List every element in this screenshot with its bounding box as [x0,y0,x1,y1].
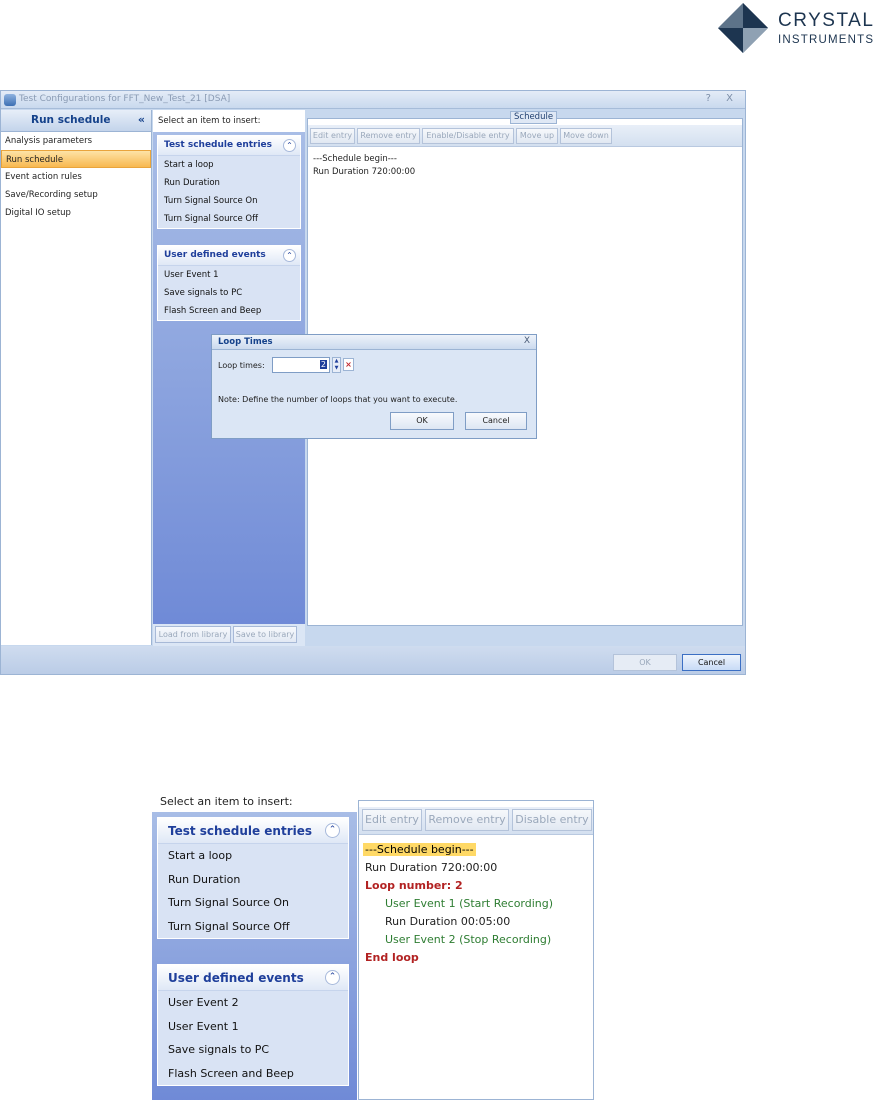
nav-item-event-action-rules[interactable]: Event action rules [1,168,151,186]
loop-times-spinner[interactable]: ▲ ▼ [332,357,341,373]
collapse-chevron-icon[interactable]: « [138,113,145,126]
dialog-note: Note: Define the number of loops that yo… [218,395,458,404]
schedule-toolbar: Edit entry Remove entry Disable entry [359,807,593,835]
cancel-button[interactable]: Cancel [682,654,741,671]
spin-down-icon[interactable]: ▼ [333,365,340,372]
loop-times-input[interactable]: 2 [272,357,330,373]
move-down-button[interactable]: Move down [560,128,612,144]
group-test-schedule-entries: Test schedule entries ⌃ Start a loop Run… [157,817,349,939]
entry-run-duration[interactable]: Run Duration [158,174,300,192]
window-footer: OK Cancel [1,646,745,674]
schedule-line-event[interactable]: User Event 1 (Start Recording) [385,897,553,910]
group-title: User defined events [168,971,304,985]
remove-entry-button[interactable]: Remove entry [357,128,420,144]
collapse-up-icon[interactable]: ⌃ [283,249,296,262]
group-header[interactable]: Test schedule entries ⌃ [158,136,300,156]
entry-run-duration[interactable]: Run Duration [158,868,348,892]
group-header[interactable]: User defined events ⌃ [158,246,300,266]
entry-start-a-loop[interactable]: Start a loop [158,844,348,868]
schedule-line-end-loop[interactable]: End loop [365,951,419,964]
test-configuration-window: Test Configurations for FFT_New_Test_21 … [0,90,746,675]
entry-turn-signal-source-on[interactable]: Turn Signal Source On [158,192,300,210]
group-user-defined-events: User defined events ⌃ User Event 1 Save … [157,245,301,321]
schedule-detail-crop: Select an item to insert: Test schedule … [152,784,594,1100]
collapse-up-icon[interactable]: ⌃ [283,139,296,152]
nav-item-save-recording-setup[interactable]: Save/Recording setup [1,186,151,204]
entry-turn-signal-source-off[interactable]: Turn Signal Source Off [158,915,348,939]
entry-start-a-loop[interactable]: Start a loop [158,156,300,174]
load-from-library-button[interactable]: Load from library [155,626,231,643]
schedule-line-event[interactable]: User Event 2 (Stop Recording) [385,933,551,946]
window-title: Test Configurations for FFT_New_Test_21 … [19,94,231,104]
dialog-title: Loop Times [218,337,273,347]
event-flash-screen[interactable]: Flash Screen and Beep [158,1062,348,1086]
schedule-line[interactable]: Run Duration 720:00:00 [365,861,497,874]
remove-entry-button[interactable]: Remove entry [425,809,509,831]
window-titlebar: Test Configurations for FFT_New_Test_21 … [1,91,745,109]
enable-disable-entry-button[interactable]: Enable/Disable entry [422,128,514,144]
group-header[interactable]: User defined events ⌃ [158,965,348,991]
close-icon[interactable]: X [524,336,530,346]
crystal-instruments-logo: CRYSTAL INSTRUMENTS [712,2,882,54]
library-bar: Load from library Save to library [153,624,305,646]
event-flash-screen[interactable]: Flash Screen and Beep [158,302,300,320]
event-save-signals[interactable]: Save signals to PC [158,284,300,302]
dialog-cancel-button[interactable]: Cancel [465,412,527,430]
schedule-toolbar: Edit entry Remove entry Enable/Disable e… [308,125,742,147]
schedule-line-loop[interactable]: Loop number: 2 [365,879,463,892]
schedule-line-begin[interactable]: ---Schedule begin--- [363,843,476,856]
event-user-event-2[interactable]: User Event 2 [158,991,348,1015]
insert-caption: Select an item to insert: [158,116,261,126]
collapse-up-icon[interactable]: ⌃ [325,823,340,838]
entry-turn-signal-source-on[interactable]: Turn Signal Source On [158,891,348,915]
nav-item-run-schedule[interactable]: Run schedule [1,150,151,168]
event-user-event-1[interactable]: User Event 1 [158,266,300,284]
schedule-label: Schedule [510,111,558,124]
nav-item-digital-io-setup[interactable]: Digital IO setup [1,204,151,222]
logo-text-instruments: INSTRUMENTS [778,34,875,46]
clear-x-icon[interactable]: × [343,358,354,371]
entry-turn-signal-source-off[interactable]: Turn Signal Source Off [158,210,300,228]
group-header[interactable]: Test schedule entries ⌃ [158,818,348,844]
nav-header: Run schedule « [1,110,151,132]
task-pane: Test schedule entries ⌃ Start a loop Run… [152,812,357,1100]
save-to-library-button[interactable]: Save to library [233,626,297,643]
collapse-up-icon[interactable]: ⌃ [325,970,340,985]
loop-times-dialog: Loop Times X Loop times: 2 ▲ ▼ × Note: D… [211,334,537,439]
edit-entry-button[interactable]: Edit entry [310,128,355,144]
navigation-panel: Run schedule « Analysis parameters Run s… [1,110,152,645]
logo-diamond-icon [718,3,768,53]
spin-up-icon[interactable]: ▲ [333,358,340,365]
edit-entry-button[interactable]: Edit entry [362,809,422,831]
event-save-signals[interactable]: Save signals to PC [158,1038,348,1062]
help-close-icons[interactable]: ? X [706,93,739,104]
schedule-panel: Edit entry Remove entry Disable entry --… [358,800,594,1100]
ok-button[interactable]: OK [613,654,677,671]
dialog-ok-button[interactable]: OK [390,412,454,430]
nav-title: Run schedule [31,114,111,126]
insert-caption: Select an item to insert: [160,795,293,808]
group-user-defined-events: User defined events ⌃ User Event 2 User … [157,964,349,1086]
loop-times-label: Loop times: [218,361,265,370]
group-title: Test schedule entries [168,824,313,838]
logo-text-crystal: CRYSTAL [778,10,875,31]
schedule-line[interactable]: ---Schedule begin--- [313,154,397,164]
group-title: Test schedule entries [164,140,273,150]
move-up-button[interactable]: Move up [516,128,558,144]
nav-item-analysis-parameters[interactable]: Analysis parameters [1,132,151,150]
schedule-line[interactable]: Run Duration 720:00:00 [313,167,415,177]
event-user-event-1[interactable]: User Event 1 [158,1015,348,1039]
dialog-titlebar: Loop Times X [212,335,536,350]
app-icon [4,94,16,106]
group-test-schedule-entries: Test schedule entries ⌃ Start a loop Run… [157,135,301,229]
group-title: User defined events [164,250,266,260]
disable-entry-button[interactable]: Disable entry [512,809,592,831]
schedule-line[interactable]: Run Duration 00:05:00 [385,915,510,928]
loop-times-value: 2 [319,360,327,369]
